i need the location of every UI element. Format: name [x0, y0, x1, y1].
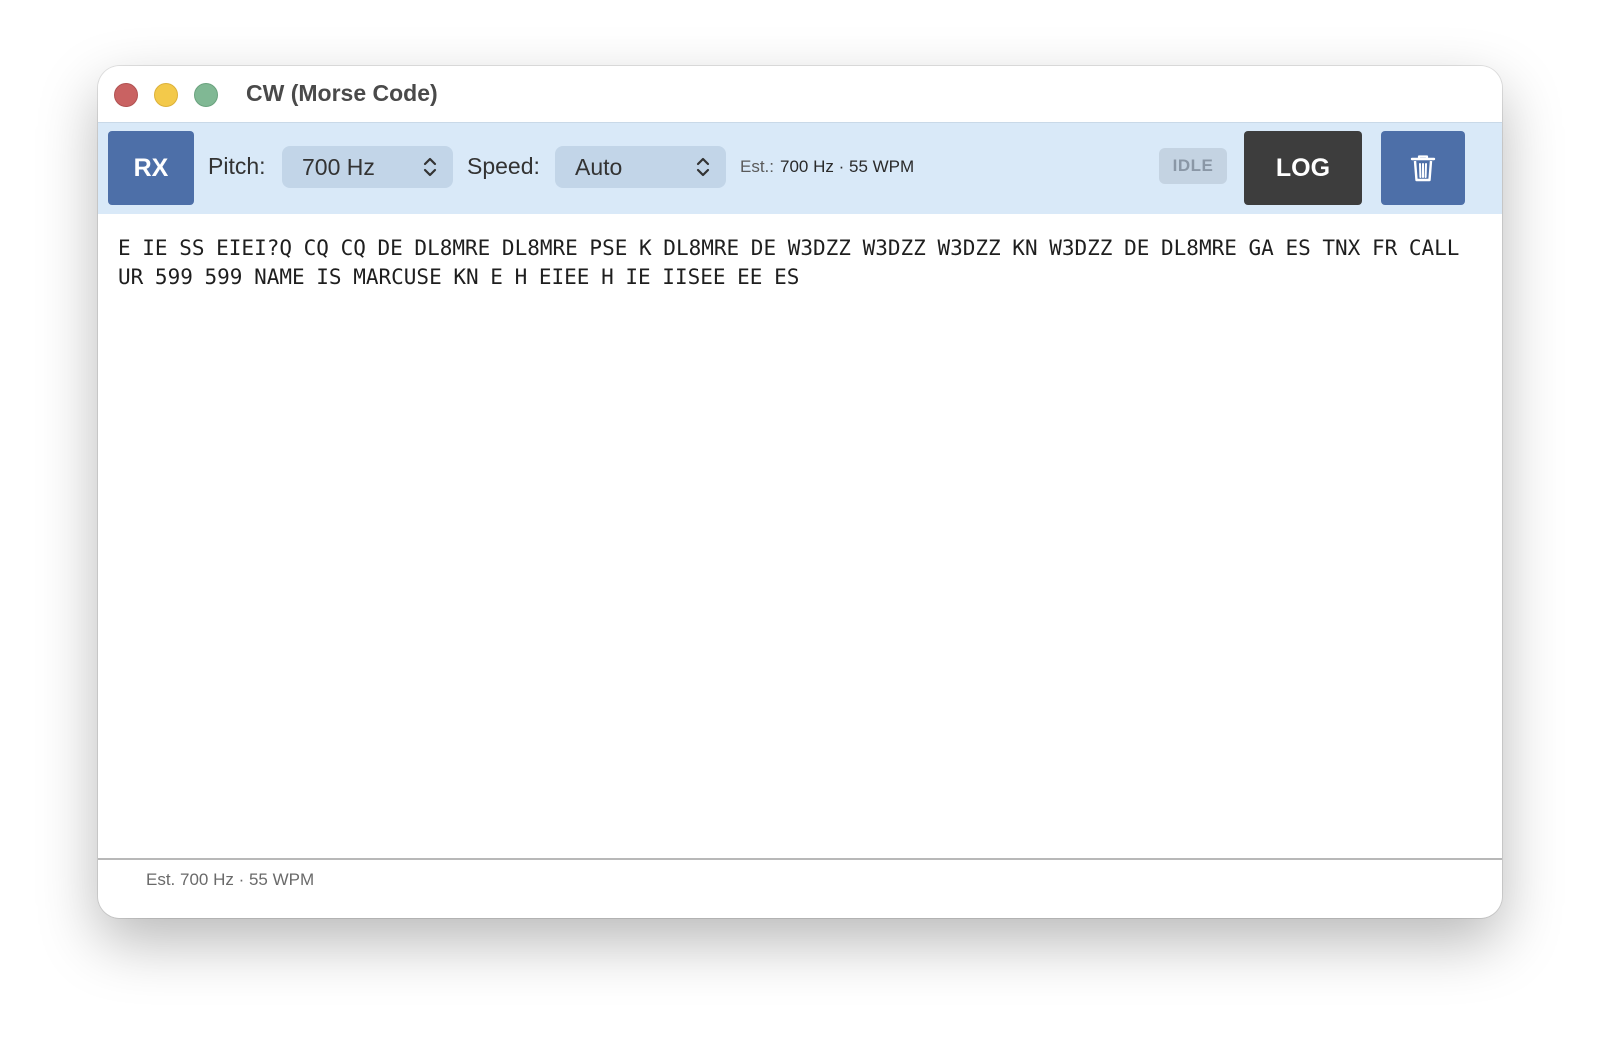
estimate-label: Est.:: [740, 157, 775, 176]
app-window: CW (Morse Code) RX Pitch: 700 Hz Speed: …: [98, 66, 1502, 918]
close-window-button[interactable]: [114, 83, 138, 107]
pitch-label: Pitch:: [208, 153, 266, 179]
status-badge: IDLE: [1159, 148, 1227, 184]
maximize-window-button[interactable]: [194, 83, 218, 107]
speed-select-value: Auto: [575, 154, 623, 180]
status-bar-text: Est. 700 Hz · 55 WPM: [146, 870, 315, 889]
log-button[interactable]: LOG: [1244, 131, 1362, 205]
estimate-value: 700 Hz · 55 WPM: [780, 157, 915, 176]
status-bar: Est. 700 Hz · 55 WPM: [98, 858, 1502, 918]
window-title: CW (Morse Code): [246, 80, 438, 106]
speed-select[interactable]: Auto: [555, 146, 726, 188]
decoded-text: E IE SS EIEI?Q CQ CQ DE DL8MRE DL8MRE PS…: [118, 236, 1472, 289]
trash-icon: [1410, 155, 1436, 182]
speed-label: Speed:: [467, 153, 540, 179]
decoded-text-area[interactable]: E IE SS EIEI?Q CQ CQ DE DL8MRE DL8MRE PS…: [98, 214, 1502, 858]
title-bar: CW (Morse Code): [98, 66, 1502, 122]
toolbar: RX Pitch: 700 Hz Speed: Auto Est.: 700 Hz…: [98, 122, 1502, 214]
rx-button[interactable]: RX: [108, 131, 194, 205]
pitch-select[interactable]: 700 Hz: [282, 146, 453, 188]
minimize-window-button[interactable]: [154, 83, 178, 107]
estimate-readout: Est.: 700 Hz · 55 WPM: [740, 157, 914, 177]
pitch-select-value: 700 Hz: [302, 154, 375, 180]
clear-button[interactable]: [1381, 131, 1465, 205]
chevron-up-down-icon: [423, 157, 437, 177]
chevron-up-down-icon: [696, 157, 710, 177]
